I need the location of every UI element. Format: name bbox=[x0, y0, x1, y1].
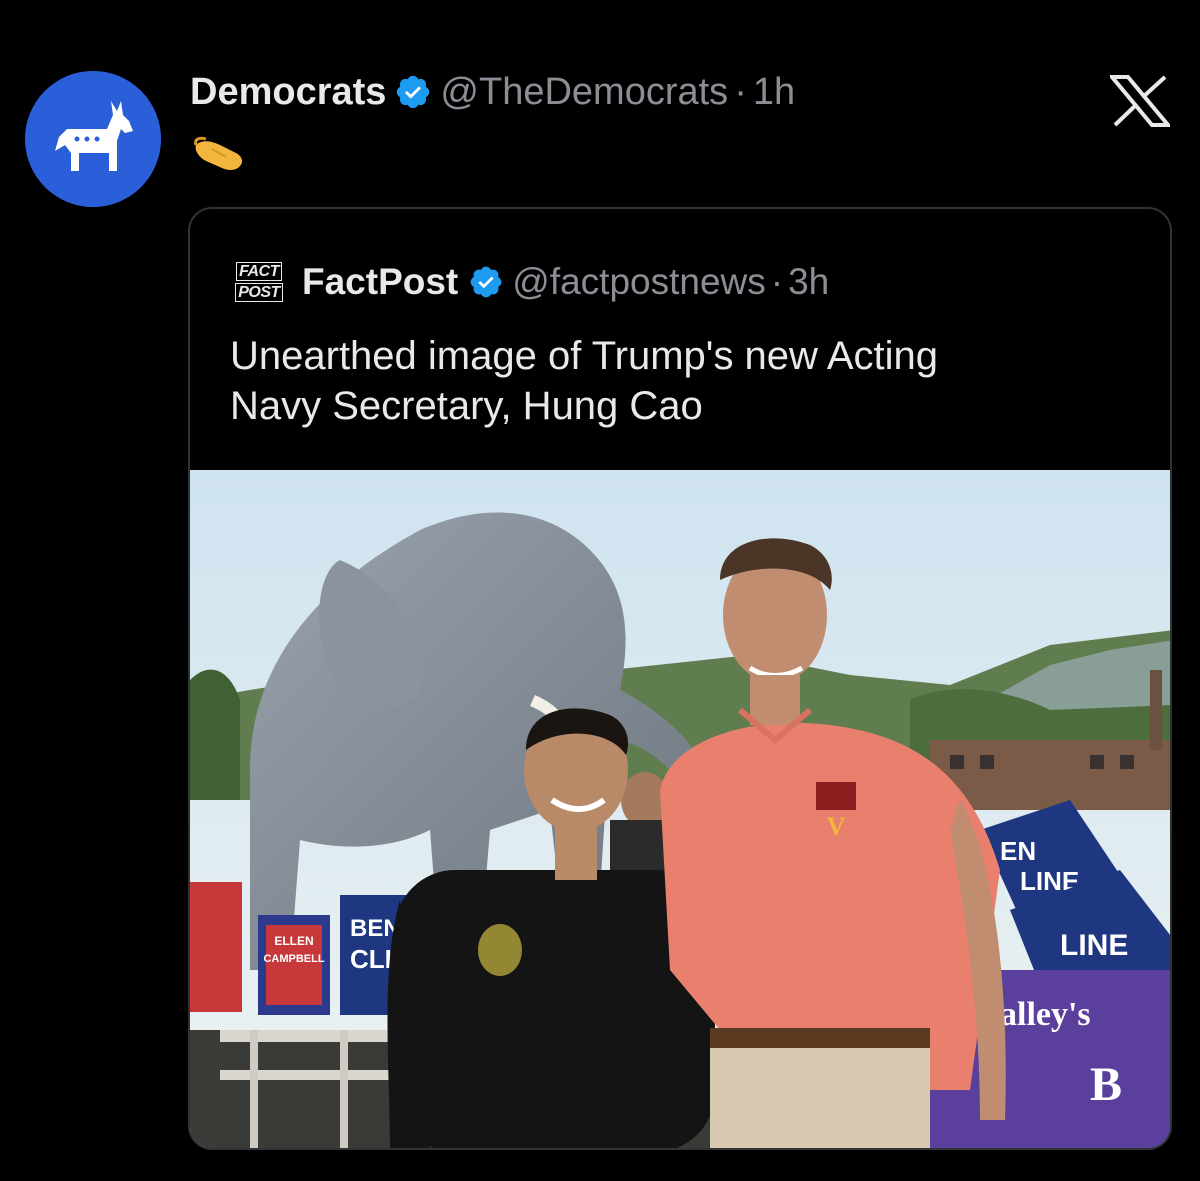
democrats-avatar[interactable] bbox=[25, 71, 161, 207]
quoted-text-line-1: Unearthed image of Trump's new Acting bbox=[230, 334, 939, 378]
quoted-author-handle[interactable]: @factpostnews bbox=[512, 261, 766, 303]
quoted-tweet-text: Unearthed image of Trump's new Acting Na… bbox=[230, 331, 1130, 431]
banner-text-1: alley's bbox=[1000, 996, 1091, 1033]
shirt-logo: V bbox=[827, 812, 846, 841]
sign-campbell-line2: CAMPBELL bbox=[263, 953, 324, 965]
factpost-logo-top: FACT bbox=[236, 262, 282, 281]
quoted-separator-dot: · bbox=[770, 261, 784, 302]
tweet-header: Democrats @TheDemocrats · 1h bbox=[190, 68, 795, 116]
factpost-logo-bottom: POST bbox=[235, 283, 283, 302]
quoted-verified-badge-icon bbox=[468, 264, 504, 300]
democratic-donkey-logo-icon bbox=[25, 71, 161, 207]
x-logo-icon[interactable] bbox=[1110, 75, 1170, 127]
quoted-text-line-2: Navy Secretary, Hung Cao bbox=[230, 384, 703, 428]
author-handle[interactable]: @TheDemocrats bbox=[440, 71, 728, 114]
pinched-hand-emoji-icon bbox=[192, 135, 246, 175]
quoted-tweet-card[interactable]: FACT POST FactPost @factpostnews · 3h Un… bbox=[188, 207, 1172, 1150]
sign-campbell-line1: ELLEN bbox=[274, 934, 313, 948]
tweet-photo[interactable]: ELLEN CAMPBELL BEN CLIN EN LINE LINE all… bbox=[190, 470, 1170, 1148]
separator-dot: · bbox=[734, 70, 747, 113]
verified-badge-icon bbox=[394, 73, 432, 111]
factpost-logo-icon: FACT POST bbox=[234, 259, 284, 305]
banner-text-2: B bbox=[1090, 1058, 1122, 1111]
quoted-author-name[interactable]: FactPost bbox=[302, 261, 458, 303]
sign-cline-top-line1: EN bbox=[1000, 836, 1036, 866]
sign-cline-bottom: LINE bbox=[1060, 929, 1128, 962]
post-time[interactable]: 1h bbox=[753, 71, 795, 114]
quoted-tweet-header: FACT POST FactPost @factpostnews · 3h bbox=[234, 259, 829, 305]
quoted-post-time[interactable]: 3h bbox=[788, 261, 829, 303]
author-name[interactable]: Democrats bbox=[190, 71, 386, 114]
